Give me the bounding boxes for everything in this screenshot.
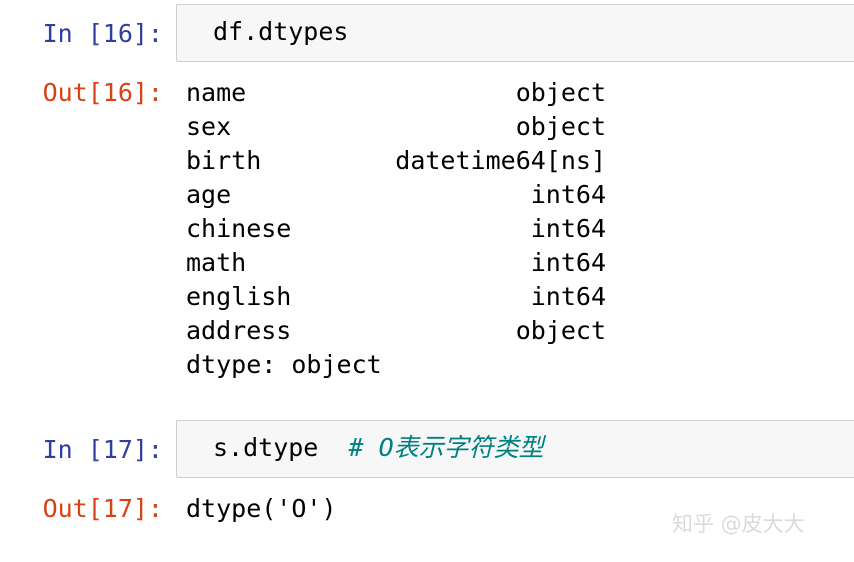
in-prompt-17: In [17]:	[42, 435, 163, 464]
column-name: age	[186, 180, 232, 209]
code-line: s.dtype # O表示字符类型	[213, 431, 544, 465]
output-footer: dtype: object	[186, 350, 382, 379]
out-prompt-17: Out[17]:	[42, 494, 163, 523]
column-name: birth	[186, 146, 262, 175]
column-name: chinese	[186, 214, 292, 243]
in-prompt-16: In [16]:	[42, 19, 163, 48]
column-dtype: datetime64[ns]	[395, 146, 606, 175]
column-dtype: object	[515, 112, 606, 141]
code-input-cell-17[interactable]: s.dtype # O表示字符类型	[176, 420, 854, 478]
output-text: dtype('O')	[186, 494, 337, 523]
output-row: sex object	[186, 110, 606, 144]
output-row: name object	[186, 76, 606, 110]
column-name: english	[186, 282, 292, 311]
output-row: english int64	[186, 280, 606, 314]
output-row: chinese int64	[186, 212, 606, 246]
column-dtype: object	[515, 316, 606, 345]
watermark: 知乎 @皮大大	[672, 512, 805, 536]
output-row: address object	[186, 314, 606, 348]
code-comment: # O表示字符类型	[348, 433, 544, 462]
column-dtype: int64	[530, 282, 606, 311]
column-dtype: int64	[530, 180, 606, 209]
output-area-16: name object sex object birth datetime64[…	[186, 76, 606, 382]
output-row: age int64	[186, 178, 606, 212]
output-row: birth datetime64[ns]	[186, 144, 606, 178]
code-text: df.dtypes	[213, 17, 349, 46]
out-prompt-16: Out[16]:	[42, 78, 163, 107]
output-area-17: dtype('O')	[186, 492, 337, 526]
column-name: address	[186, 316, 292, 345]
column-name: math	[186, 248, 247, 277]
column-dtype: object	[515, 78, 606, 107]
column-name: name	[186, 78, 247, 107]
column-name: sex	[186, 112, 232, 141]
output-row: math int64	[186, 246, 606, 280]
column-dtype: int64	[530, 214, 606, 243]
code-text: s.dtype	[213, 433, 319, 462]
column-dtype: int64	[530, 248, 606, 277]
code-input-cell-16[interactable]: df.dtypes	[176, 4, 854, 62]
